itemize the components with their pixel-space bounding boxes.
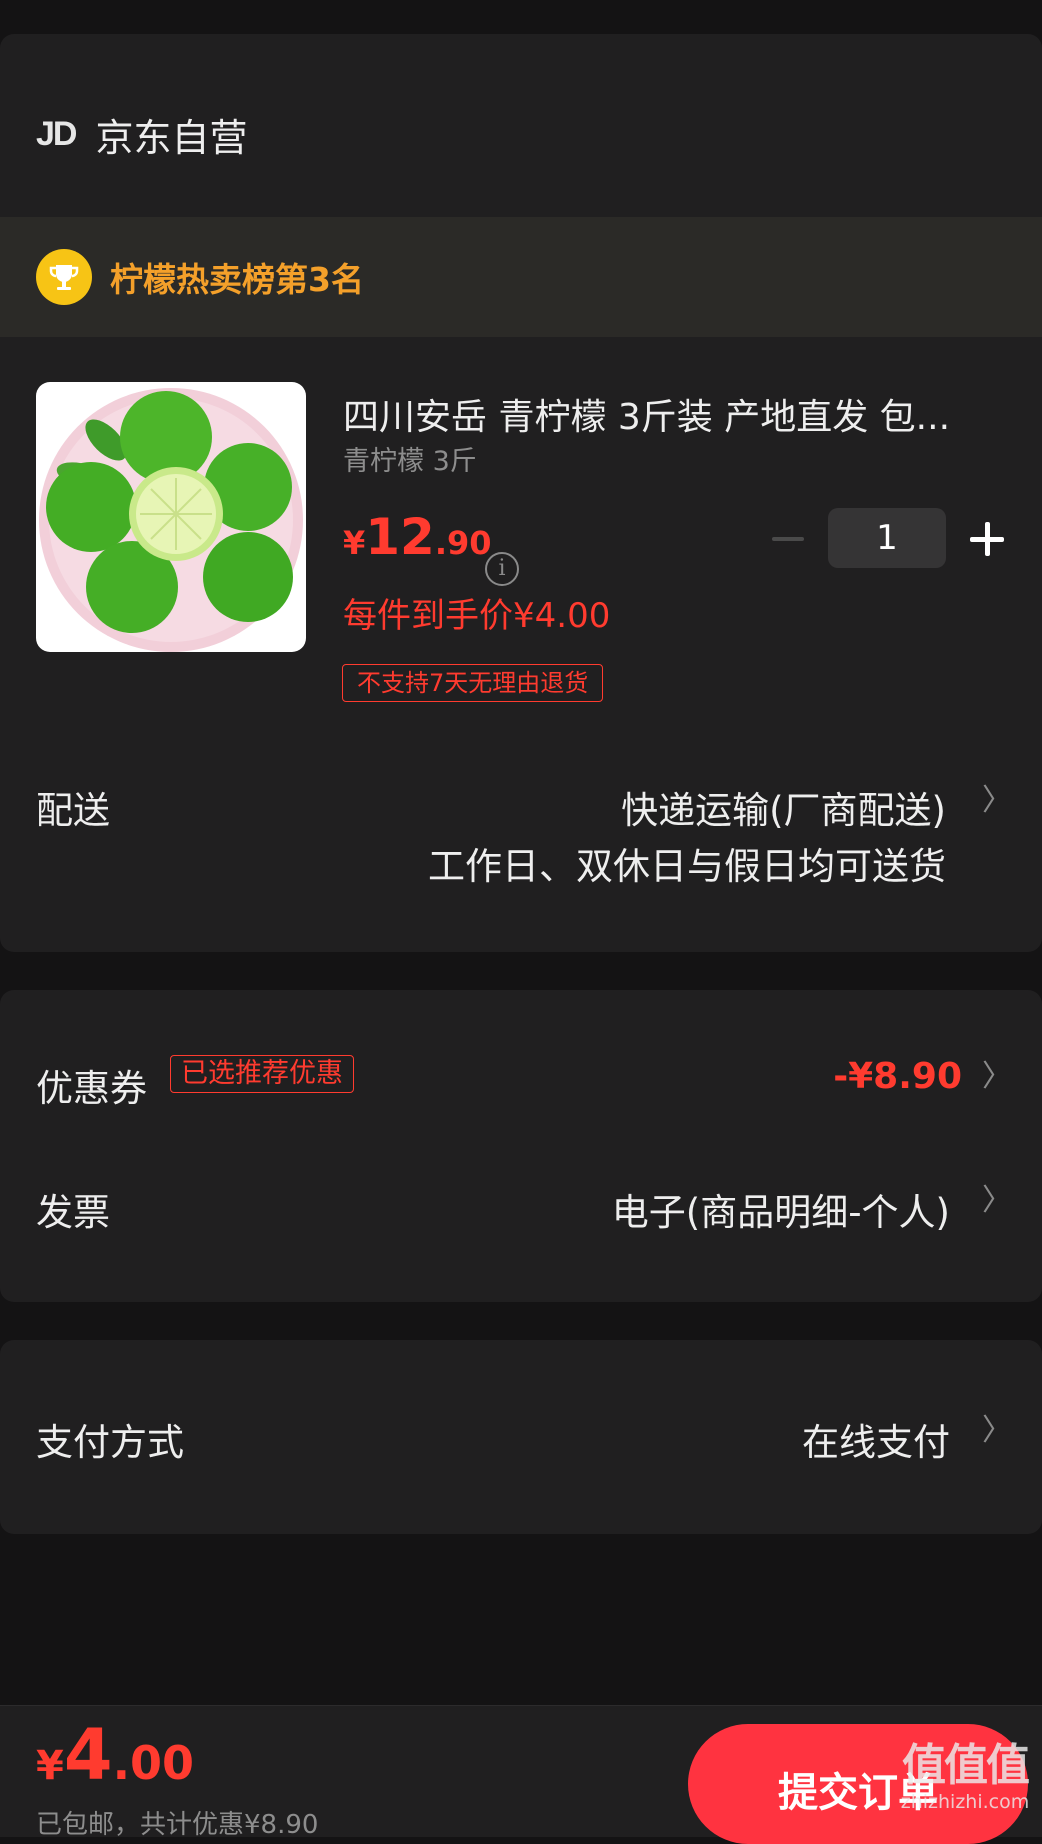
payment-card: 支付方式 在线支付 〉 xyxy=(0,1340,1042,1534)
chevron-right-icon: 〉 xyxy=(982,1413,1012,1448)
delivery-schedule: 工作日、双休日与假日均可送货 xyxy=(428,845,946,888)
checkout-bar: ¥4.00 已包邮，共计优惠¥8.90 提交订单 值值值 zhizhizhi.c… xyxy=(0,1705,1042,1844)
invoice-value: 电子(商品明细-个人) xyxy=(611,1191,950,1234)
store-header: JD 京东自营 xyxy=(36,104,247,164)
watermark-main: 值值值 xyxy=(902,1740,1030,1791)
delivery-method: 快递运输(厂商配送) xyxy=(621,789,946,832)
chevron-right-icon: 〉 xyxy=(982,1183,1012,1218)
delivery-label: 配送 xyxy=(36,789,110,832)
store-name: 京东自营 xyxy=(95,115,248,160)
invoice-label: 发票 xyxy=(36,1191,110,1234)
plus-button[interactable] xyxy=(966,508,1010,570)
ranking-text: 柠檬热卖榜第3名 xyxy=(110,260,364,299)
delivery-row[interactable]: 配送 快递运输(厂商配送) 工作日、双休日与假日均可送货 〉 xyxy=(0,764,1042,904)
watermark-url: zhizhizhi.com xyxy=(900,1791,1030,1813)
return-policy-tag: 不支持7天无理由退货 xyxy=(342,664,604,702)
chevron-right-icon: 〉 xyxy=(982,1059,1012,1094)
chevron-right-icon: 〉 xyxy=(982,783,1012,818)
coupon-value: -¥8.90 xyxy=(833,1056,962,1097)
coupon-row[interactable]: 优惠券 已选推荐优惠 -¥8.90 〉 xyxy=(0,1052,1042,1112)
ranking-banner[interactable]: 柠檬热卖榜第3名 xyxy=(0,217,1042,337)
coupon-tag: 已选推荐优惠 xyxy=(170,1055,354,1093)
plus-icon xyxy=(970,508,1006,570)
total-symbol: ¥ xyxy=(36,1743,64,1789)
total-integer: 4 xyxy=(63,1714,113,1796)
product-title[interactable]: 四川安岳 青柠檬 3斤装 产地直发 包... xyxy=(343,388,983,440)
product-price: ¥12.90 xyxy=(343,508,492,566)
payment-label: 支付方式 xyxy=(36,1421,184,1464)
unit-price: 每件到手价¥4.00 xyxy=(343,596,611,636)
product-spec: 青柠檬 3斤 xyxy=(343,446,477,477)
discount-card: 优惠券 已选推荐优惠 -¥8.90 〉 发票 电子(商品明细-个人) 〉 xyxy=(0,990,1042,1302)
price-symbol: ¥ xyxy=(343,524,366,562)
invoice-row[interactable]: 发票 电子(商品明细-个人) 〉 xyxy=(0,1176,1042,1236)
order-card: JD 京东自营 柠檬热卖榜第3名 四川安岳 青柠檬 3斤装 产地直发 包... … xyxy=(0,34,1042,952)
product-image[interactable] xyxy=(36,382,306,652)
payment-row[interactable]: 支付方式 在线支付 〉 xyxy=(0,1406,1042,1466)
total-price: ¥4.00 xyxy=(36,1714,194,1796)
price-integer: 12 xyxy=(365,508,435,566)
trophy-icon xyxy=(36,249,92,305)
minus-icon xyxy=(772,537,804,541)
payment-value: 在线支付 xyxy=(802,1421,950,1464)
price-decimal: .90 xyxy=(434,524,492,562)
quantity-input[interactable]: 1 xyxy=(828,508,946,568)
site-watermark: 值值值 zhizhizhi.com xyxy=(890,1742,1040,1814)
coupon-label: 优惠券 xyxy=(36,1067,147,1110)
quantity-stepper: 1 xyxy=(770,508,1010,570)
total-decimal: .00 xyxy=(112,1736,195,1790)
info-icon[interactable]: i xyxy=(485,552,519,586)
shipping-note: 已包邮，共计优惠¥8.90 xyxy=(36,1810,319,1840)
minus-button[interactable] xyxy=(770,508,806,570)
jd-logo: JD xyxy=(36,114,77,153)
